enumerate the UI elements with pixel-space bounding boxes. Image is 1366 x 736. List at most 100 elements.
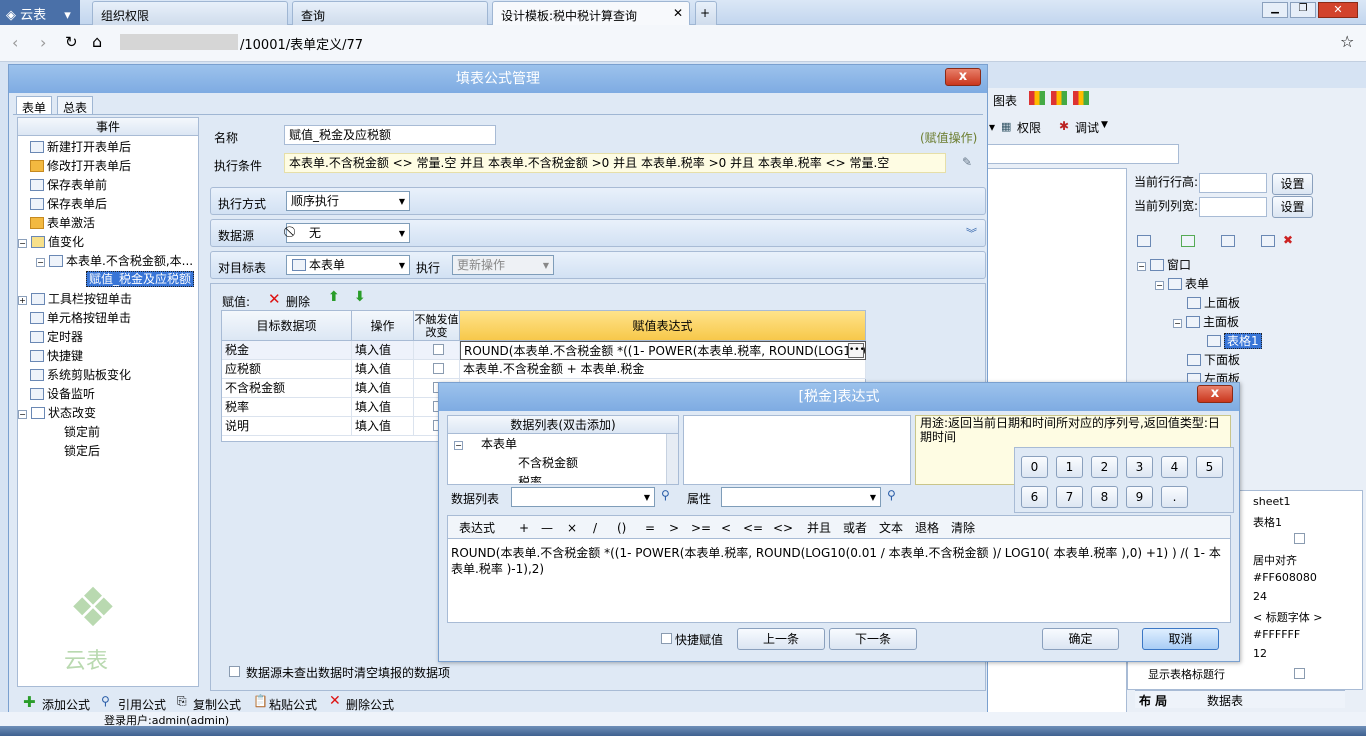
op-plus[interactable]: +	[519, 519, 529, 537]
event-form-activate[interactable]: 表单激活	[30, 214, 95, 233]
table-layout-icon[interactable]	[1137, 235, 1151, 247]
formula-input[interactable]	[985, 144, 1179, 164]
data-list-select[interactable]	[511, 487, 655, 507]
op-minus[interactable]: —	[541, 519, 553, 537]
move-down-icon[interactable]: ⬇	[354, 289, 366, 305]
reload-icon[interactable]: ↻	[65, 33, 78, 51]
event-toolbar-click[interactable]: + 工具栏按钮单击	[18, 290, 132, 309]
debug-button[interactable]: 调试	[1075, 119, 1099, 136]
bookmark-star-icon[interactable]: ☆	[1340, 32, 1354, 51]
col-width-input[interactable]	[1199, 197, 1267, 217]
key-7[interactable]: 7	[1056, 486, 1083, 508]
event-value-change[interactable]: − 值变化	[18, 233, 84, 252]
delete-button[interactable]: 删除	[286, 293, 310, 310]
tree-node-main-panel[interactable]: − 主面板	[1173, 313, 1239, 332]
paste-formula-button[interactable]: 粘贴公式	[269, 696, 317, 713]
condition-edit-icon[interactable]: ✎	[962, 155, 972, 169]
event-value-change-fields[interactable]: − 本表单.不含税金额,本...	[36, 252, 198, 271]
op-multiply[interactable]: ×	[567, 519, 577, 537]
ok-button[interactable]: 确定	[1042, 628, 1119, 650]
event-assign-formula[interactable]: 赋值_税金及应税额	[86, 270, 195, 289]
list-item[interactable]: − 本表单	[454, 435, 517, 454]
table-row-checkbox[interactable]	[414, 341, 460, 360]
event-cell-button-click[interactable]: 单元格按钮单击	[30, 309, 131, 328]
list-scrollbar[interactable]	[666, 434, 678, 484]
key-4[interactable]: 4	[1161, 456, 1188, 478]
op-less-equal[interactable]: <=	[743, 519, 763, 537]
show-title-row-checkbox[interactable]	[1294, 668, 1305, 679]
op-clear[interactable]: 清除	[951, 519, 975, 537]
app-logo-tab[interactable]: ◈ 云表 ▾	[0, 0, 80, 25]
op-parens[interactable]: ()	[617, 519, 626, 537]
table-row-expr[interactable]: ROUND(本表单.不含税金额 *((1- POWER(本表单.税率, ROUN…	[460, 341, 866, 360]
table-row-op[interactable]: 填入值	[352, 379, 414, 398]
table-row-expr[interactable]: 本表单.不含税金额 + 本表单.税金	[460, 360, 866, 379]
back-icon[interactable]: ‹	[12, 33, 18, 52]
tree-node-table1[interactable]: 表格1	[1207, 332, 1262, 351]
delete-layout-icon[interactable]: ✖	[1283, 233, 1293, 247]
op-less[interactable]: <	[721, 519, 731, 537]
tab-org-permissions[interactable]: 组织权限	[92, 1, 288, 25]
op-or[interactable]: 或者	[843, 519, 867, 537]
event-after-lock[interactable]: 锁定后	[64, 442, 100, 461]
next-button[interactable]: 下一条	[829, 628, 917, 650]
tab-close-icon[interactable]: ✕	[673, 6, 683, 20]
tab-form[interactable]: 表单	[16, 96, 53, 115]
event-timer[interactable]: 定时器	[30, 328, 83, 347]
op-backspace[interactable]: 退格	[915, 519, 939, 537]
table-row-item[interactable]: 应税额	[222, 360, 352, 379]
table-row-op[interactable]: 填入值	[352, 360, 414, 379]
table-row-item[interactable]: 说明	[222, 417, 352, 436]
prev-button[interactable]: 上一条	[737, 628, 825, 650]
dialog-close-button[interactable]: x	[945, 68, 981, 86]
exec-mode-select[interactable]: 顺序执行	[286, 191, 410, 211]
key-3[interactable]: 3	[1126, 456, 1153, 478]
op-divide[interactable]: /	[593, 519, 597, 537]
property-select[interactable]	[721, 487, 881, 507]
tab-design-template[interactable]: 设计模板:税中税计算查询 ✕	[492, 1, 690, 26]
prop-value[interactable]: 表格1	[1253, 514, 1282, 530]
add-formula-button[interactable]: 添加公式	[42, 696, 90, 713]
url-path[interactable]: /10001/表单定义/77	[240, 34, 363, 53]
function-list[interactable]	[683, 415, 911, 485]
minimize-icon[interactable]: ▁	[1262, 2, 1288, 18]
event-after-save[interactable]: 保存表单后	[30, 195, 107, 214]
column-chart-icon[interactable]	[1051, 91, 1067, 105]
condition-input[interactable]: 本表单.不含税金额 <> 常量.空 并且 本表单.不含税金额 >0 并且 本表单…	[284, 153, 946, 173]
prop-value[interactable]: 居中对齐	[1253, 552, 1297, 568]
menu-dropdown-icon[interactable]: ▾	[64, 8, 71, 23]
forward-icon[interactable]: ›	[40, 33, 46, 52]
op-equal[interactable]: =	[645, 519, 655, 537]
table-row-op[interactable]: 填入值	[352, 341, 414, 360]
list-item[interactable]: 税率	[518, 473, 542, 483]
op-greater[interactable]: >	[669, 519, 679, 537]
tree-node-bottom-panel[interactable]: 下面板	[1187, 351, 1240, 370]
home-icon[interactable]: ⌂	[92, 32, 102, 51]
event-modify-open[interactable]: 修改打开表单后	[30, 157, 131, 176]
tree-node-window[interactable]: − 窗口	[1137, 256, 1191, 275]
expr-ellipsis-button[interactable]: •••	[848, 343, 865, 358]
col-width-set-button[interactable]: 设置	[1272, 196, 1313, 218]
table-row-item[interactable]: 税金	[222, 341, 352, 360]
table-row-op[interactable]: 填入值	[352, 417, 414, 436]
reference-formula-button[interactable]: 引用公式	[118, 696, 166, 713]
tree-node-top-panel[interactable]: 上面板	[1187, 294, 1240, 313]
tab-query[interactable]: 查询	[292, 1, 488, 25]
panel-layout-icon[interactable]	[1221, 235, 1235, 247]
window-close-icon[interactable]: ✕	[1318, 2, 1358, 18]
cancel-button[interactable]: 取消	[1142, 628, 1219, 650]
permission-button[interactable]: 权限	[1017, 119, 1041, 136]
event-state-change[interactable]: − 状态改变	[18, 404, 96, 423]
new-tab-button[interactable]: +	[695, 1, 717, 25]
property-search-icon[interactable]: ⚲	[887, 488, 896, 502]
key-dot[interactable]: .	[1161, 486, 1188, 508]
exec-op-select[interactable]: 更新操作	[452, 255, 554, 275]
op-not-equal[interactable]: <>	[773, 519, 793, 537]
prop-value[interactable]: 24	[1253, 590, 1267, 603]
bar-chart-icon[interactable]	[1029, 91, 1045, 105]
data-list-search-icon[interactable]: ⚲	[661, 488, 670, 502]
event-before-save[interactable]: 保存表单前	[30, 176, 107, 195]
restore-icon[interactable]: ❐	[1290, 2, 1316, 18]
op-and[interactable]: 并且	[807, 519, 831, 537]
clear-data-checkbox[interactable]	[229, 666, 240, 677]
